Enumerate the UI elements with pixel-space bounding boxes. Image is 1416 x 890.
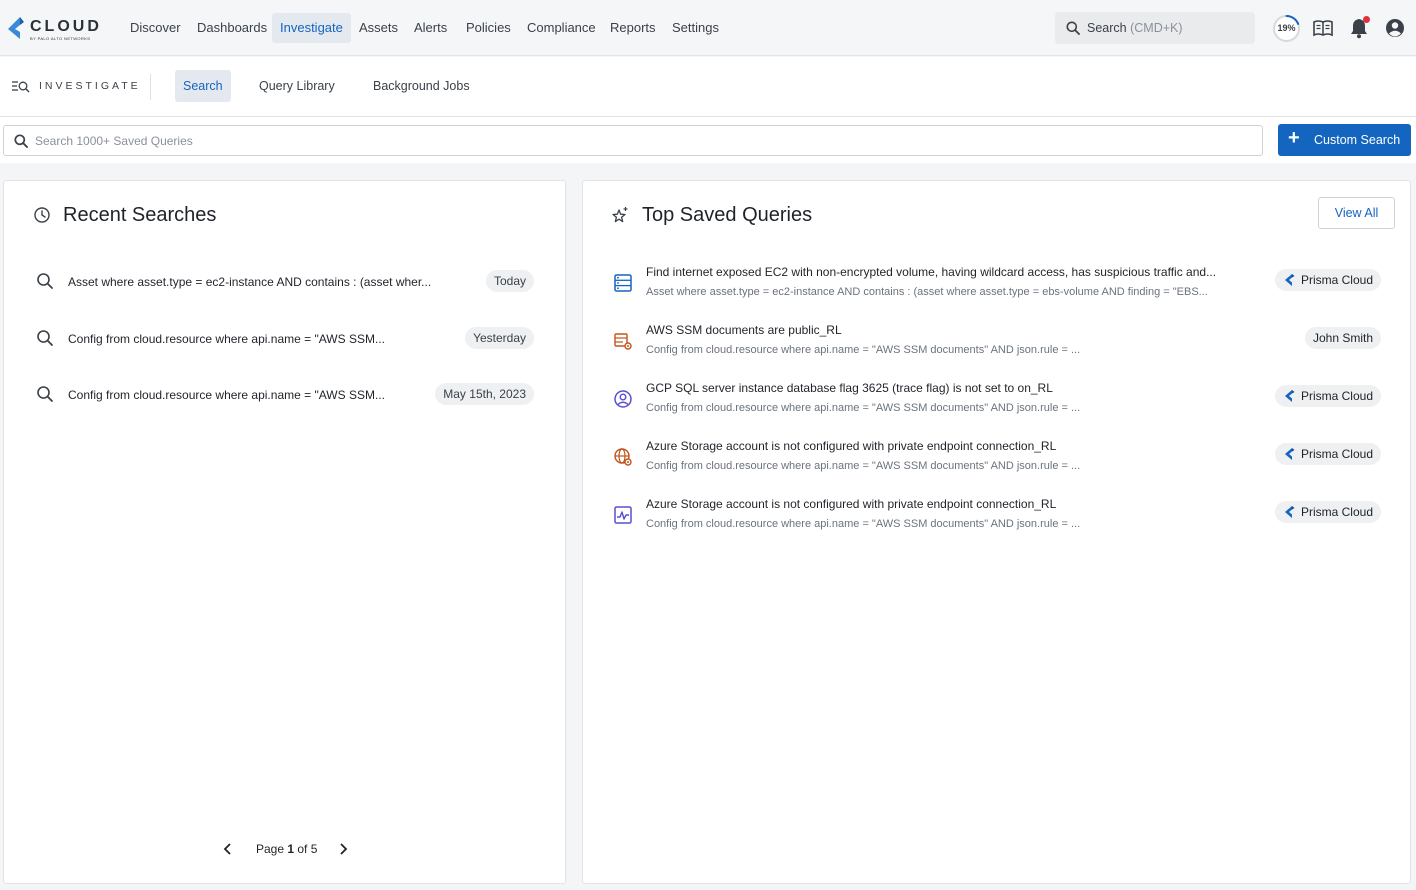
nav-item-investigate[interactable]: Investigate	[272, 13, 351, 43]
database-gear-icon	[614, 333, 632, 350]
nav-item-alerts[interactable]: Alerts	[406, 13, 455, 43]
saved-query-owner: Prisma Cloud	[1300, 505, 1373, 519]
saved-query-name: Azure Storage account is not configured …	[646, 439, 1057, 453]
recent-searches-panel: Recent Searches Asset where asset.type =…	[3, 180, 566, 884]
pagination: Page 1 of 5	[219, 839, 359, 859]
globe-gear-icon	[614, 448, 632, 466]
saved-query-owner-badge: Prisma Cloud	[1274, 385, 1381, 407]
nav-item-assets[interactable]: Assets	[351, 13, 406, 43]
logo-mark-icon	[8, 17, 24, 39]
user-account-icon[interactable]	[1384, 17, 1406, 39]
saved-query-name: AWS SSM documents are public_RL	[646, 323, 842, 337]
top-saved-queries-title: Top Saved Queries	[642, 204, 813, 226]
saved-query-row[interactable]: GCP SQL server instance database flag 36…	[613, 381, 1381, 425]
search-icon	[37, 273, 53, 289]
tab-background-jobs[interactable]: Background Jobs	[365, 70, 478, 102]
recent-search-date: Yesterday	[465, 327, 534, 349]
saved-query-row[interactable]: Find internet exposed EC2 with non-encry…	[613, 265, 1381, 309]
recent-search-date: Today	[485, 270, 534, 292]
divider	[150, 74, 151, 100]
progress-label: 19%	[1277, 23, 1296, 33]
saved-query-search-input[interactable]: Search 1000+ Saved Queries	[3, 125, 1263, 156]
saved-query-row[interactable]: Azure Storage account is not configured …	[613, 439, 1381, 483]
custom-search-label: Custom Search	[1314, 133, 1401, 147]
saved-query-text: Config from cloud.resource where api.nam…	[646, 518, 1081, 530]
saved-query-owner-badge: Prisma Cloud	[1274, 443, 1381, 465]
investigate-icon	[12, 81, 30, 93]
nav-item-reports[interactable]: Reports	[602, 13, 664, 43]
saved-query-text: Config from cloud.resource where api.nam…	[646, 344, 1081, 356]
saved-query-search-bar: Search 1000+ Saved Queries + Custom Sear…	[0, 117, 1416, 163]
saved-query-name: Find internet exposed EC2 with non-encry…	[646, 265, 1217, 279]
notification-badge	[1363, 16, 1370, 23]
custom-search-button[interactable]: + Custom Search	[1278, 124, 1411, 156]
tab-search[interactable]: Search	[175, 70, 231, 102]
user-circle-icon	[614, 390, 632, 408]
recent-search-query: Asset where asset.type = ec2-instance AN…	[68, 275, 432, 289]
saved-query-owner: John Smith	[1312, 331, 1373, 345]
book-icon[interactable]	[1312, 17, 1334, 39]
prisma-cloud-icon	[1284, 274, 1295, 286]
chevron-right-icon[interactable]	[338, 843, 348, 855]
search-icon	[37, 386, 53, 402]
server-icon	[614, 274, 632, 292]
recent-searches-title: Recent Searches	[63, 204, 217, 226]
saved-query-name: Azure Storage account is not configured …	[646, 497, 1057, 511]
recent-search-date: May 15th, 2023	[435, 383, 534, 405]
nav-item-compliance[interactable]: Compliance	[519, 13, 604, 43]
saved-query-row[interactable]: Azure Storage account is not configured …	[613, 497, 1381, 541]
saved-query-owner: Prisma Cloud	[1300, 389, 1373, 403]
page-indicator: Page 1 of 5	[256, 842, 318, 856]
logo-text: CLOUD	[30, 18, 102, 35]
top-saved-queries-panel: Top Saved Queries View All Find internet…	[582, 180, 1411, 884]
nav-item-policies[interactable]: Policies	[458, 13, 519, 43]
saved-query-row[interactable]: AWS SSM documents are public_RL Config fr…	[613, 323, 1381, 367]
search-icon	[1066, 21, 1080, 35]
prisma-cloud-icon	[1284, 448, 1295, 460]
saved-query-owner-badge: Prisma Cloud	[1274, 269, 1381, 291]
saved-query-owner-badge: John Smith	[1304, 327, 1381, 349]
top-navigation: CLOUD BY PALO ALTO NETWORKS Discover Das…	[0, 0, 1416, 56]
tab-query-library[interactable]: Query Library	[251, 70, 343, 102]
section-title: INVESTIGATE	[39, 80, 141, 92]
activity-chart-icon	[614, 506, 632, 524]
search-icon	[14, 134, 28, 148]
sub-navigation: INVESTIGATE Search Query Library Backgro…	[0, 57, 1416, 117]
saved-query-owner: Prisma Cloud	[1300, 447, 1373, 461]
clock-icon	[34, 207, 50, 223]
recent-search-row[interactable]: Config from cloud.resource where api.nam…	[34, 327, 534, 351]
saved-query-search-placeholder: Search 1000+ Saved Queries	[35, 134, 193, 148]
search-icon	[37, 330, 53, 346]
nav-item-dashboards[interactable]: Dashboards	[189, 13, 275, 43]
recent-search-query: Config from cloud.resource where api.nam…	[68, 332, 385, 346]
recent-search-query: Config from cloud.resource where api.nam…	[68, 388, 385, 402]
prisma-cloud-icon	[1284, 506, 1295, 518]
saved-query-text: Config from cloud.resource where api.nam…	[646, 460, 1081, 472]
app-logo[interactable]: CLOUD BY PALO ALTO NETWORKS	[6, 14, 106, 42]
plus-icon: +	[1288, 127, 1300, 149]
logo-subtext: BY PALO ALTO NETWORKS	[30, 36, 91, 41]
global-search-input[interactable]: Search (CMD+K)	[1055, 12, 1255, 44]
recent-search-row[interactable]: Asset where asset.type = ec2-instance AN…	[34, 270, 534, 294]
chevron-left-icon[interactable]	[223, 843, 233, 855]
saved-query-text: Asset where asset.type = ec2-instance AN…	[646, 286, 1208, 298]
recent-search-row[interactable]: Config from cloud.resource where api.nam…	[34, 383, 534, 407]
saved-query-owner: Prisma Cloud	[1300, 273, 1373, 287]
prisma-cloud-icon	[1284, 390, 1295, 402]
global-search-placeholder: Search (CMD+K)	[1087, 21, 1183, 35]
saved-query-owner-badge: Prisma Cloud	[1274, 501, 1381, 523]
view-all-button[interactable]: View All	[1318, 197, 1395, 229]
nav-item-settings[interactable]: Settings	[664, 13, 727, 43]
saved-query-name: GCP SQL server instance database flag 36…	[646, 381, 1053, 395]
nav-item-discover[interactable]: Discover	[122, 13, 189, 43]
sparkle-star-icon	[612, 207, 628, 223]
saved-query-text: Config from cloud.resource where api.nam…	[646, 402, 1081, 414]
